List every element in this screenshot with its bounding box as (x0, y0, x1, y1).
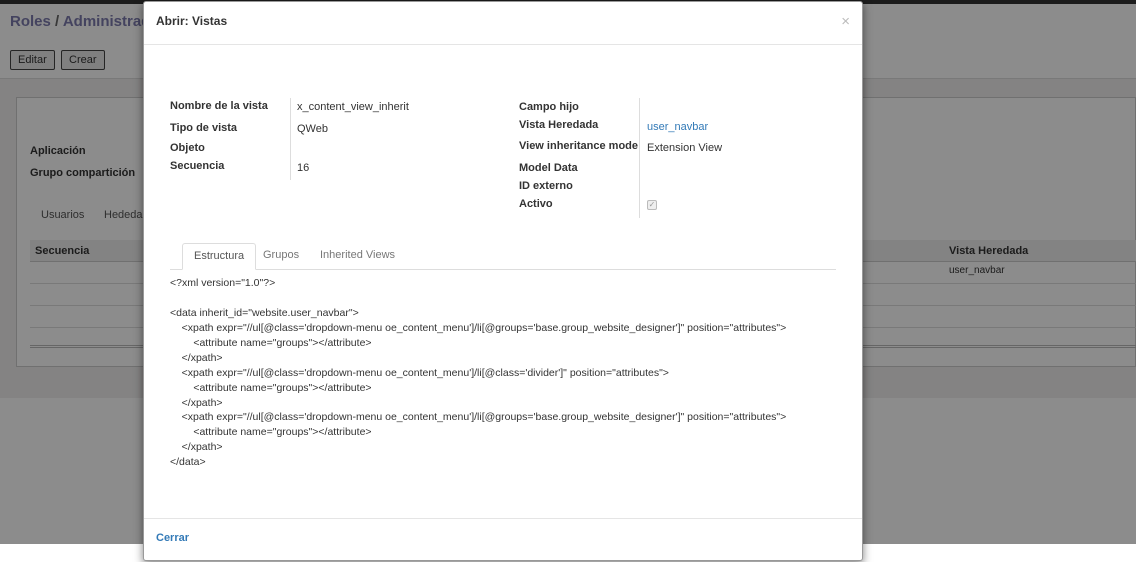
code-line: <xpath expr="//ul[@class='dropdown-menu … (170, 411, 787, 423)
inherited-view-label: Vista Heredada (519, 119, 599, 131)
view-name-value: x_content_view_inherit (297, 101, 409, 113)
inherited-view-link[interactable]: user_navbar (647, 121, 708, 133)
code-line: <attribute name="groups"></attribute> (170, 426, 372, 438)
external-id-label: ID externo (519, 180, 573, 192)
inheritance-mode-value: Extension View (647, 142, 723, 154)
notebook-tabs: Estructura Grupos Inherited Views (170, 243, 836, 270)
arch-code-editor[interactable]: <?xml version="1.0"?> <data inherit_id="… (170, 277, 840, 477)
view-name-label: Nombre de la vista (170, 100, 268, 112)
code-line: <xpath expr="//ul[@class='dropdown-menu … (170, 322, 787, 334)
code-line: <?xml version="1.0"?> (170, 277, 276, 289)
code-line: <attribute name="groups"></attribute> (170, 382, 372, 394)
object-label: Objeto (170, 142, 205, 154)
dialog-title: Abrir: Vistas (156, 14, 228, 28)
close-button[interactable]: Cerrar (156, 532, 189, 544)
tab-structure[interactable]: Estructura (182, 243, 257, 270)
code-line: <xpath expr="//ul[@class='dropdown-menu … (170, 367, 669, 379)
model-data-label: Model Data (519, 162, 578, 174)
inheritance-mode-label: View inheritance mode (519, 140, 639, 152)
sequence-label: Secuencia (170, 160, 225, 172)
code-line: </xpath> (170, 397, 223, 409)
close-icon[interactable]: × (841, 14, 850, 29)
sequence-value: 16 (297, 162, 310, 174)
checkbox-checked-icon: ✓ (647, 200, 657, 210)
code-line: <attribute name="groups"></attribute> (170, 337, 372, 349)
dialog-footer: Cerrar (144, 518, 862, 562)
tab-groups[interactable]: Grupos (252, 243, 310, 270)
active-label: Activo (519, 198, 553, 210)
child-field-label: Campo hijo (519, 101, 579, 113)
view-dialog: Abrir: Vistas × Nombre de la vista x_con… (143, 1, 863, 561)
code-line: </xpath> (170, 441, 223, 453)
code-line: </xpath> (170, 352, 223, 364)
view-type-value: QWeb (297, 123, 328, 135)
tab-inherited-views[interactable]: Inherited Views (309, 243, 406, 270)
code-line: <data inherit_id="website.user_navbar"> (170, 307, 359, 319)
code-line: </data> (170, 456, 206, 468)
view-type-label: Tipo de vista (170, 122, 238, 134)
dialog-header: Abrir: Vistas × (144, 2, 862, 45)
left-group-divider (290, 98, 291, 180)
right-group-divider (639, 98, 640, 218)
